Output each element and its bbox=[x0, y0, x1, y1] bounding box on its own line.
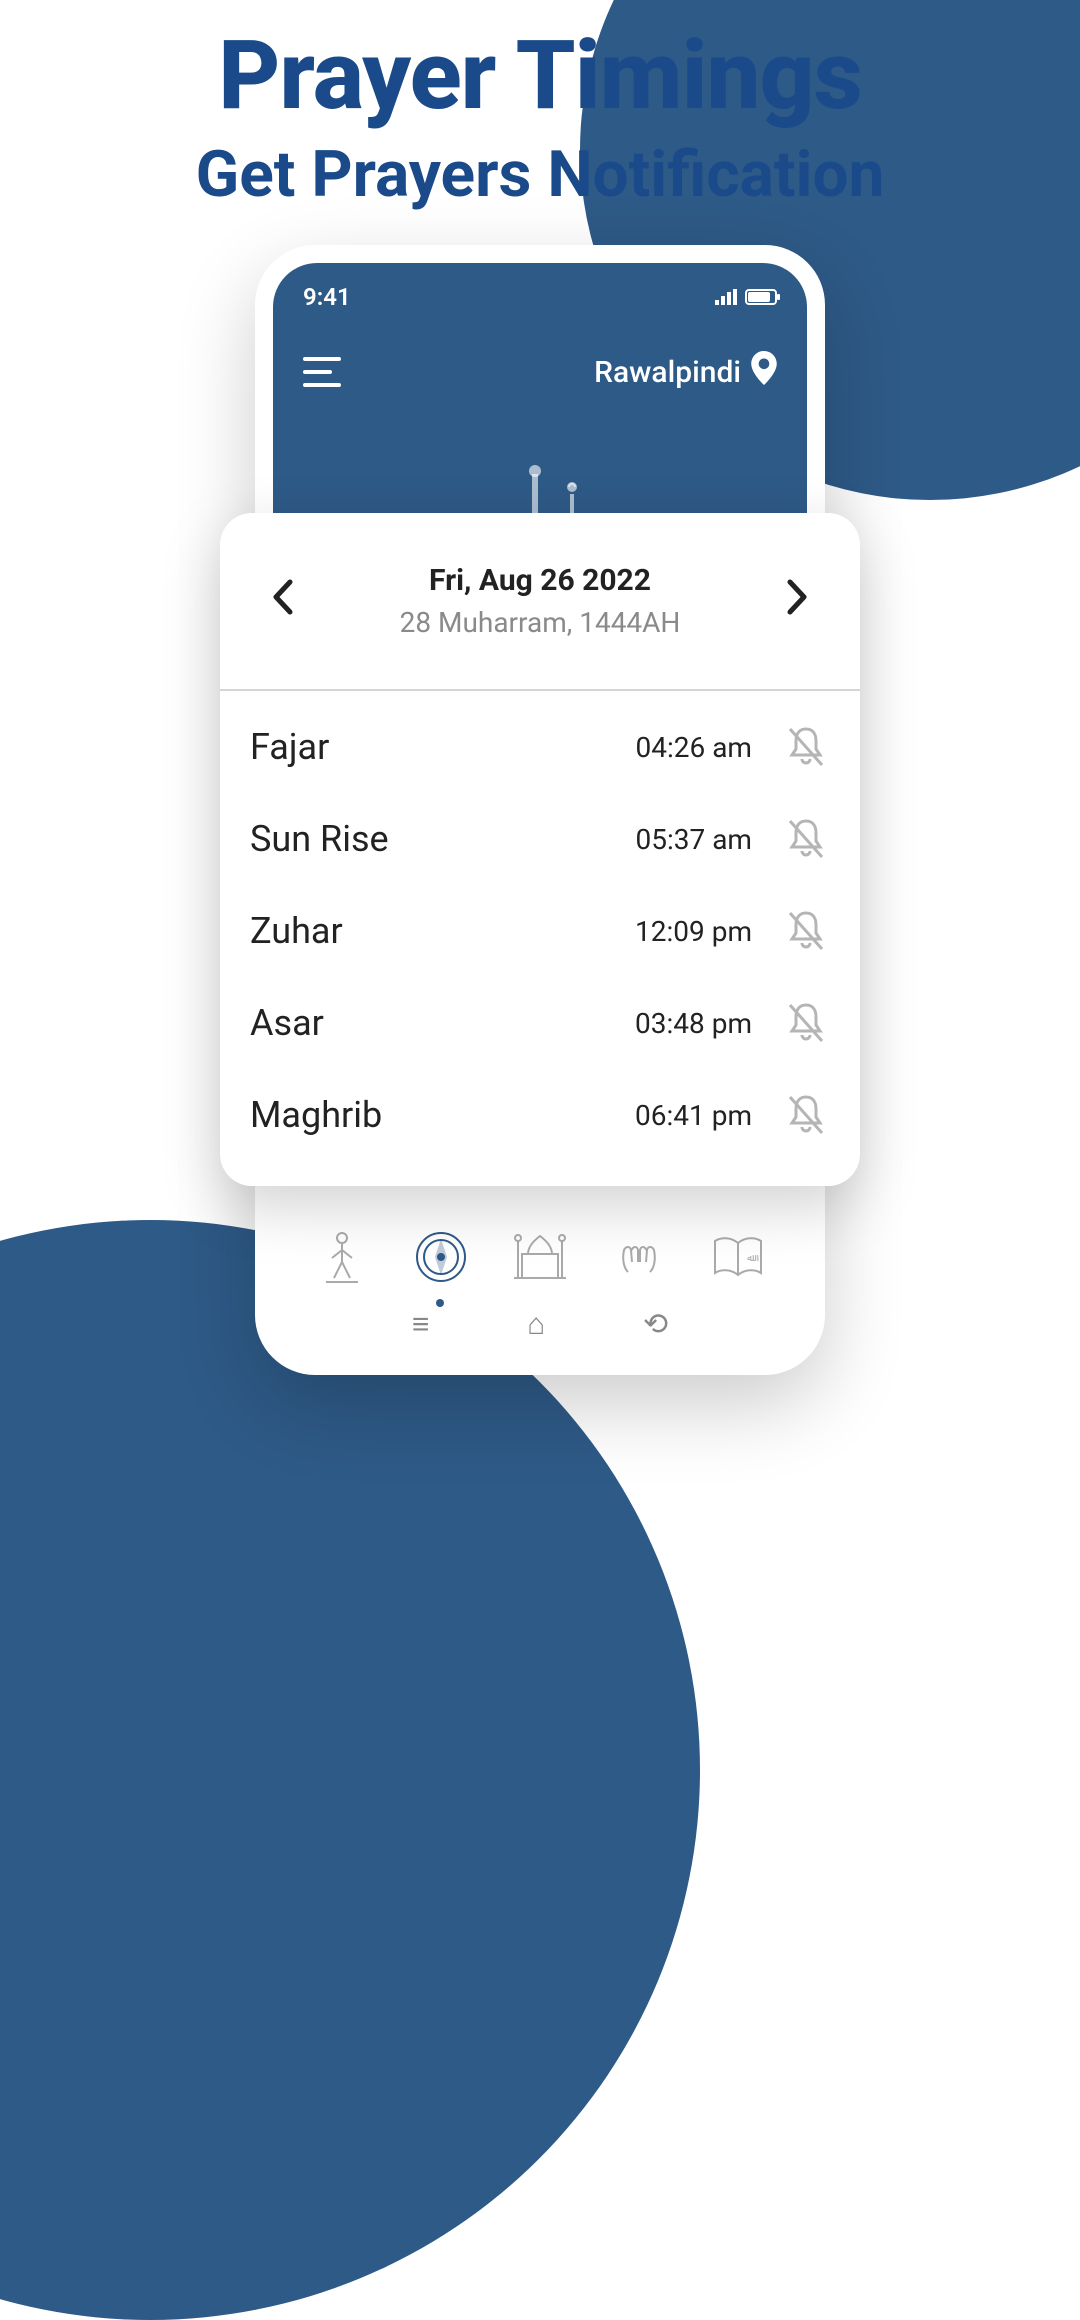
divider bbox=[220, 689, 860, 691]
notification-toggle[interactable] bbox=[782, 815, 830, 863]
prayer-time: 12:09 pm bbox=[635, 915, 752, 948]
date-header: Fri, Aug 26 2022 28 Muharram, 1444AH bbox=[220, 513, 860, 679]
battery-icon bbox=[745, 289, 777, 305]
date-gregorian: Fri, Aug 26 2022 bbox=[400, 563, 681, 598]
bottom-nav: ﷲ bbox=[273, 1227, 807, 1287]
notification-toggle[interactable] bbox=[782, 1091, 830, 1139]
promo-title: Prayer Timings bbox=[0, 20, 1080, 132]
system-back-icon[interactable]: ⟲ bbox=[643, 1307, 668, 1342]
prayer-name: Maghrib bbox=[250, 1094, 635, 1136]
nav-compass-icon[interactable] bbox=[411, 1227, 471, 1287]
location-button[interactable]: Rawalpindi bbox=[594, 351, 777, 393]
system-nav-bar: ≡ ⌂ ⟲ bbox=[273, 1307, 807, 1342]
prayer-name: Zuhar bbox=[250, 910, 635, 952]
date-display: Fri, Aug 26 2022 28 Muharram, 1444AH bbox=[400, 563, 681, 639]
status-time: 9:41 bbox=[303, 283, 351, 311]
nav-prayer-icon[interactable] bbox=[312, 1227, 372, 1287]
prayer-name: Asar bbox=[250, 1002, 635, 1044]
location-pin-icon bbox=[751, 351, 777, 393]
prayer-name: Sun Rise bbox=[250, 818, 636, 860]
app-header: 9:41 Rawalpindi bbox=[273, 263, 807, 533]
prayer-time: 04:26 am bbox=[636, 731, 752, 764]
nav-dua-icon[interactable] bbox=[609, 1227, 669, 1287]
notification-toggle[interactable] bbox=[782, 723, 830, 771]
nav-quran-icon[interactable]: ﷲ bbox=[708, 1227, 768, 1287]
prayer-row: Fajar 04:26 am bbox=[245, 701, 835, 793]
nav-mosque-icon[interactable] bbox=[510, 1227, 570, 1287]
nav-active-indicator bbox=[436, 1299, 444, 1307]
menu-button[interactable] bbox=[303, 357, 341, 387]
system-home-icon[interactable]: ⌂ bbox=[527, 1307, 545, 1342]
prayer-name: Fajar bbox=[250, 726, 636, 768]
date-hijri: 28 Muharram, 1444AH bbox=[400, 606, 681, 639]
prayer-row: Sun Rise 05:37 am bbox=[245, 793, 835, 885]
notification-toggle[interactable] bbox=[782, 907, 830, 955]
date-next-button[interactable] bbox=[786, 575, 810, 627]
svg-text:ﷲ: ﷲ bbox=[747, 1253, 759, 1264]
location-label: Rawalpindi bbox=[594, 355, 741, 390]
promo-heading: Prayer Timings Get Prayers Notification bbox=[0, 0, 1080, 212]
status-icons bbox=[715, 283, 777, 311]
prayer-list: Fajar 04:26 am Sun Rise 05:37 am Zuhar 1… bbox=[220, 691, 860, 1186]
topbar: Rawalpindi bbox=[303, 351, 777, 393]
notification-toggle[interactable] bbox=[782, 999, 830, 1047]
system-recent-icon[interactable]: ≡ bbox=[412, 1307, 430, 1342]
prayer-times-card: Fri, Aug 26 2022 28 Muharram, 1444AH Faj… bbox=[220, 513, 860, 1186]
bg-decoration-bottom bbox=[0, 1220, 700, 2320]
date-prev-button[interactable] bbox=[270, 575, 294, 627]
prayer-row: Maghrib 06:41 pm bbox=[245, 1069, 835, 1161]
prayer-row: Zuhar 12:09 pm bbox=[245, 885, 835, 977]
prayer-row: Asar 03:48 pm bbox=[245, 977, 835, 1069]
signal-icon bbox=[715, 283, 737, 311]
prayer-time: 06:41 pm bbox=[635, 1099, 752, 1132]
promo-subtitle: Get Prayers Notification bbox=[0, 137, 1080, 212]
prayer-time: 03:48 pm bbox=[635, 1007, 752, 1040]
status-bar: 9:41 bbox=[303, 263, 777, 311]
prayer-time: 05:37 am bbox=[636, 823, 752, 856]
